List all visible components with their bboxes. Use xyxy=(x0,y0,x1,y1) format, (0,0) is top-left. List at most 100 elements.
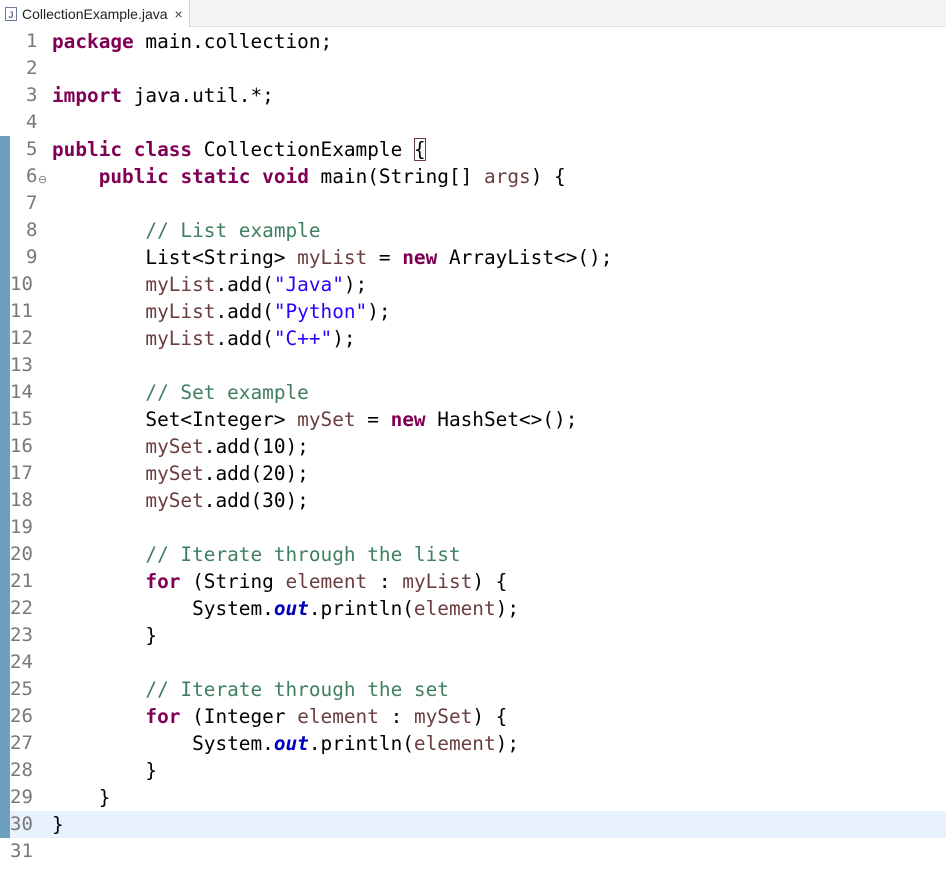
code-token: import xyxy=(52,84,123,107)
code-line[interactable]: 16 mySet.add(10); xyxy=(0,433,946,460)
code-token: ) { xyxy=(472,705,508,728)
code-text: myList.add("Java"); xyxy=(52,271,367,298)
code-token: "Java" xyxy=(273,273,344,296)
code-text: // Iterate through the list xyxy=(52,541,460,568)
line-number: 26 xyxy=(10,705,33,727)
code-token: : xyxy=(367,570,403,593)
code-line[interactable]: 28 } xyxy=(0,757,946,784)
code-line[interactable]: 11 myList.add("Python"); xyxy=(0,298,946,325)
code-line[interactable]: 6 ⊖ public static void main(String[] args… xyxy=(0,163,946,190)
code-text: Set<Integer> mySet = new HashSet<>(); xyxy=(52,406,577,433)
close-icon[interactable]: × xyxy=(175,7,183,21)
line-number: 19 xyxy=(10,516,33,538)
line-number: 23 xyxy=(10,624,33,646)
code-token: mySet xyxy=(297,408,356,431)
code-line[interactable]: 18 mySet.add(30); xyxy=(0,487,946,514)
code-line[interactable]: 30} xyxy=(0,811,946,838)
code-line[interactable]: 31 xyxy=(0,838,946,865)
code-token: main.collection; xyxy=(133,30,333,53)
code-token: : xyxy=(378,705,414,728)
code-token: .add(30); xyxy=(203,489,309,512)
code-token: public xyxy=(52,138,123,161)
code-line[interactable]: 9 List<String> myList = new ArrayList<>(… xyxy=(0,244,946,271)
code-text: mySet.add(30); xyxy=(52,487,309,514)
line-number: 14 xyxy=(10,381,33,403)
code-line[interactable]: 17 mySet.add(20); xyxy=(0,460,946,487)
code-token: } xyxy=(52,624,158,647)
tab-collectionexample-java[interactable]: J CollectionExample.java × xyxy=(0,0,190,27)
code-text: System.out.println(element); xyxy=(52,595,519,622)
code-text: } xyxy=(52,784,111,811)
editor-tab-bar: J CollectionExample.java × xyxy=(0,0,946,27)
line-number: 17 xyxy=(10,462,33,484)
code-line[interactable]: 4 xyxy=(0,109,946,136)
line-number: 28 xyxy=(10,759,33,781)
code-token: package xyxy=(52,30,134,53)
code-token: mySet xyxy=(145,435,204,458)
code-token: ArrayList<>(); xyxy=(437,246,613,269)
code-token: ); xyxy=(367,300,391,323)
code-text: for (String element : myList) { xyxy=(52,568,507,595)
code-line[interactable]: 26 for (Integer element : mySet) { xyxy=(0,703,946,730)
line-number: 31 xyxy=(10,840,33,862)
code-token: ); xyxy=(495,597,520,620)
code-line[interactable]: 10 myList.add("Java"); xyxy=(0,271,946,298)
code-line[interactable]: 5 public class CollectionExample { xyxy=(0,136,946,163)
code-text: System.out.println(element); xyxy=(52,730,519,757)
code-token: CollectionExample xyxy=(192,138,414,161)
code-line[interactable]: 1 package main.collection; xyxy=(0,28,946,55)
code-line[interactable]: 22 System.out.println(element); xyxy=(0,595,946,622)
code-text: package main.collection; xyxy=(52,28,332,55)
code-text: myList.add("C++"); xyxy=(52,325,355,352)
code-line[interactable]: 29 } xyxy=(0,784,946,811)
code-line[interactable]: 27 System.out.println(element); xyxy=(0,730,946,757)
code-token: = xyxy=(355,408,391,431)
code-editor[interactable]: 1 package main.collection; 2 3 import java.u… xyxy=(0,27,946,878)
code-token: for xyxy=(145,570,181,593)
line-number: 18 xyxy=(10,489,33,511)
code-line[interactable]: 21 for (String element : myList) { xyxy=(0,568,946,595)
code-token: HashSet<>(); xyxy=(425,408,578,431)
code-token: mySet xyxy=(145,462,204,485)
code-token: List<String> xyxy=(52,246,298,269)
code-line[interactable]: 13 xyxy=(0,352,946,379)
code-line[interactable]: 15 Set<Integer> mySet = new HashSet<>(); xyxy=(0,406,946,433)
code-line[interactable]: 19 xyxy=(0,514,946,541)
code-line[interactable]: 3 import java.util.*; xyxy=(0,82,946,109)
line-number: 7 xyxy=(26,192,38,214)
code-token: "Python" xyxy=(273,300,368,323)
code-token: .println( xyxy=(308,597,414,620)
code-token: } xyxy=(52,786,111,809)
change-ruler xyxy=(0,136,10,838)
code-token: myList xyxy=(145,327,216,350)
code-line[interactable]: 20 // Iterate through the list xyxy=(0,541,946,568)
code-line[interactable]: 2 xyxy=(0,55,946,82)
code-line[interactable]: 12 myList.add("C++"); xyxy=(0,325,946,352)
code-token: mySet xyxy=(145,489,204,512)
code-token: // Iterate through the set xyxy=(145,678,449,701)
code-line[interactable]: 8 // List example xyxy=(0,217,946,244)
code-token: element xyxy=(285,570,368,593)
code-line[interactable]: 14 // Set example xyxy=(0,379,946,406)
code-token: ); xyxy=(343,273,368,296)
code-line[interactable]: 7 xyxy=(0,190,946,217)
code-line[interactable]: 24 xyxy=(0,649,946,676)
line-number: 13 xyxy=(10,354,33,376)
code-line[interactable]: 23 } xyxy=(0,622,946,649)
code-token: "C++" xyxy=(273,327,333,350)
code-token: element xyxy=(297,705,379,728)
code-text: } xyxy=(52,757,157,784)
code-token: out xyxy=(273,732,309,755)
code-token: // Set example xyxy=(145,381,309,404)
code-line[interactable]: 25 // Iterate through the set xyxy=(0,676,946,703)
fold-collapse-icon[interactable]: ⊖ xyxy=(38,166,47,193)
line-number: 10 xyxy=(10,273,33,295)
